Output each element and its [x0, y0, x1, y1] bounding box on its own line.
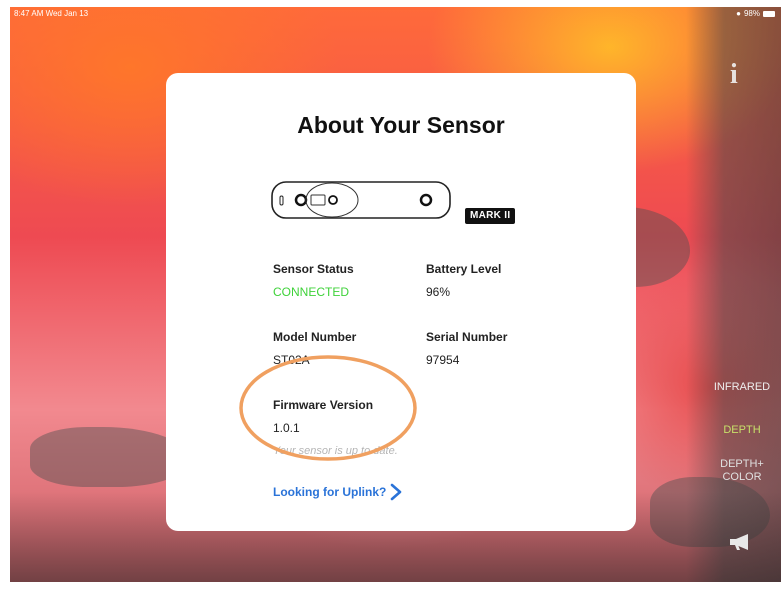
battery-level-label: Battery Level — [426, 262, 502, 276]
battery-icon — [763, 10, 775, 17]
serial-number-value: 97954 — [426, 353, 460, 367]
status-time: 8:47 AM Wed Jan 13 — [14, 9, 89, 18]
mode-infrared[interactable]: INFRARED — [702, 381, 781, 394]
highlight-circle-annotation — [239, 355, 417, 461]
battery-level-value: 96% — [426, 285, 451, 299]
megaphone-icon[interactable] — [728, 533, 752, 551]
dialog-title: About Your Sensor — [297, 112, 505, 138]
model-number-label: Model Number — [273, 330, 357, 344]
battery-percent: 98% — [743, 9, 760, 18]
status-indicators: ● 98% — [736, 9, 775, 18]
mark-ii-badge: MARK II — [465, 208, 516, 224]
serial-number-label: Serial Number — [426, 330, 508, 344]
status-bar: 8:47 AM Wed Jan 13 ● 98% — [10, 7, 781, 21]
uplink-link-label: Looking for Uplink? — [273, 485, 387, 499]
mode-depth[interactable]: DEPTH — [702, 424, 781, 437]
sensor-status-value: CONNECTED — [273, 285, 350, 299]
wifi-icon: ● — [736, 9, 741, 18]
camera-background: 8:47 AM Wed Jan 13 ● 98% i INFRARED DEPT… — [10, 7, 781, 582]
mode-depth-color[interactable]: DEPTH+ COLOR — [702, 458, 781, 484]
sensor-device-icon — [271, 181, 451, 219]
chevron-right-icon — [391, 483, 402, 501]
sensor-status-label: Sensor Status — [273, 262, 354, 276]
uplink-link[interactable]: Looking for Uplink? — [273, 483, 402, 501]
info-icon[interactable]: i — [730, 59, 738, 91]
